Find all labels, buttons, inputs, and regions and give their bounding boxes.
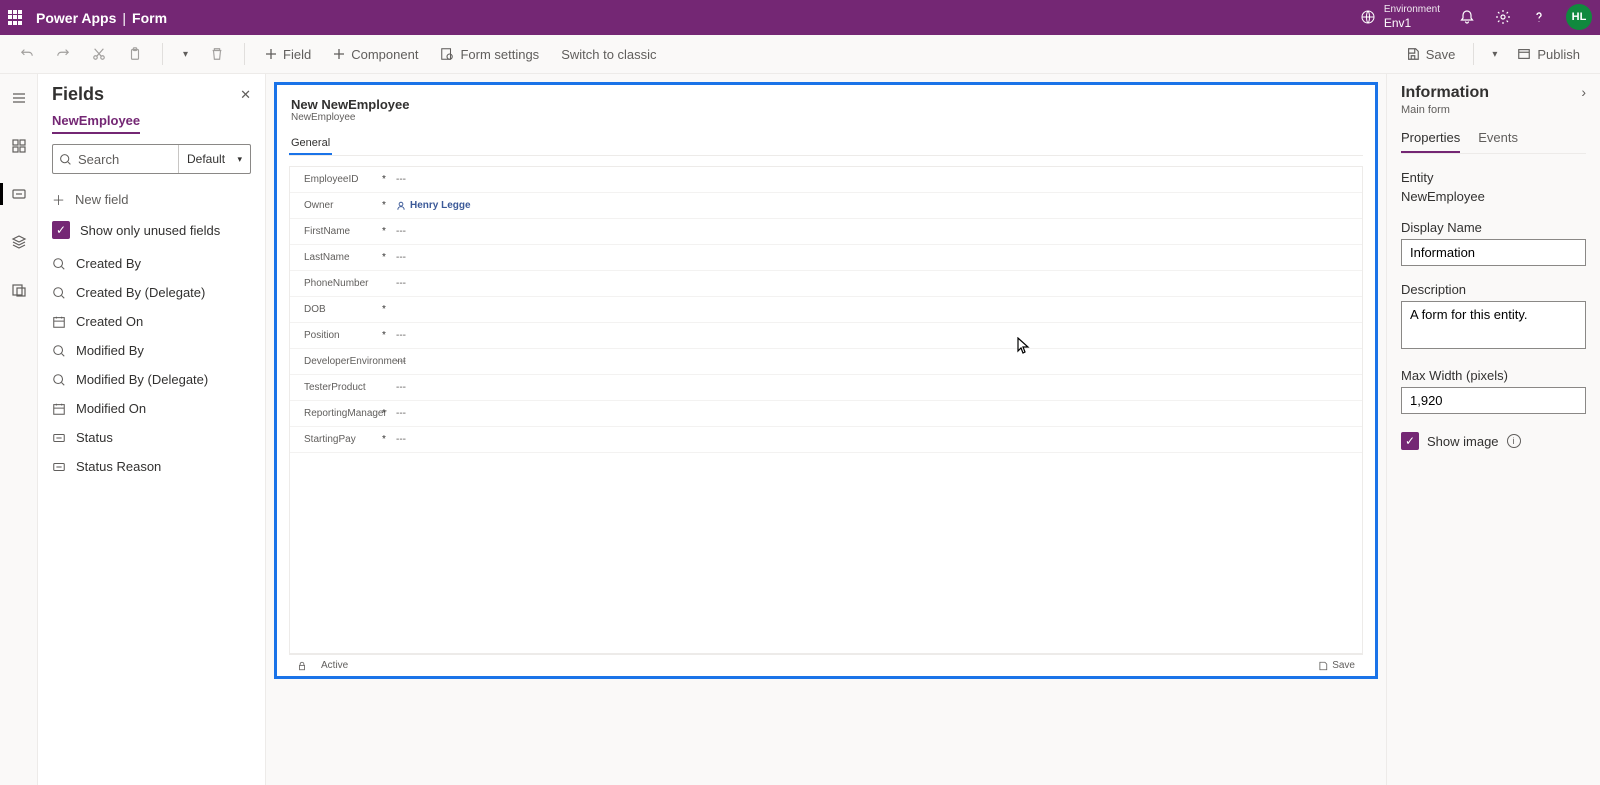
person-icon bbox=[396, 201, 406, 211]
new-field-button[interactable]: ＋ New field bbox=[38, 184, 265, 215]
form-subtitle: NewEmployee bbox=[291, 112, 1361, 123]
plus-icon: ＋ bbox=[52, 190, 65, 209]
save-icon bbox=[1318, 661, 1328, 671]
redo-button[interactable] bbox=[50, 43, 76, 65]
form-settings-button[interactable]: Form settings bbox=[434, 43, 545, 66]
field-list-item[interactable]: Modified On bbox=[38, 394, 265, 423]
properties-panel: Information Main form › Properties Event… bbox=[1386, 74, 1600, 785]
app-launcher[interactable] bbox=[8, 10, 24, 26]
form-field-row[interactable]: EmployeeID*--- bbox=[290, 167, 1362, 193]
avatar[interactable]: HL bbox=[1566, 4, 1592, 30]
checkmark-icon: ✓ bbox=[1401, 432, 1419, 450]
app-title: Power Apps|Form bbox=[36, 10, 167, 26]
field-list-item[interactable]: Modified By bbox=[38, 336, 265, 365]
lookup-icon bbox=[52, 257, 66, 271]
description-input[interactable] bbox=[1401, 301, 1586, 349]
max-width-input[interactable] bbox=[1401, 387, 1586, 414]
form-field-row[interactable]: DeveloperEnvironment--- bbox=[290, 349, 1362, 375]
paste-button[interactable] bbox=[122, 43, 148, 65]
form-field-row[interactable]: Position*--- bbox=[290, 323, 1362, 349]
cut-button[interactable] bbox=[86, 43, 112, 65]
fields-entity-tab[interactable]: NewEmployee bbox=[52, 113, 140, 134]
globe-icon bbox=[1360, 9, 1376, 25]
command-bar: ▾ Field Component Form settings Switch t… bbox=[0, 35, 1600, 74]
field-list-item[interactable]: Status Reason bbox=[38, 452, 265, 481]
form-canvas: New NewEmployee NewEmployee General Empl… bbox=[266, 74, 1386, 785]
props-collapse[interactable]: › bbox=[1581, 84, 1586, 100]
fields-panel-close[interactable]: ✕ bbox=[240, 87, 251, 103]
add-component-button[interactable]: Component bbox=[327, 43, 424, 66]
option-icon bbox=[52, 431, 66, 445]
form-field-row[interactable]: DOB* bbox=[290, 297, 1362, 323]
form-footer: Active Save bbox=[289, 654, 1363, 676]
footer-lock-icon bbox=[297, 661, 307, 671]
help-icon[interactable] bbox=[1530, 8, 1548, 26]
option-icon bbox=[52, 460, 66, 474]
notifications-icon[interactable] bbox=[1458, 8, 1476, 26]
tab-properties[interactable]: Properties bbox=[1401, 130, 1460, 153]
suite-header: Power Apps|Form Environment Env1 HL bbox=[0, 0, 1600, 35]
field-list-item[interactable]: Modified By (Delegate) bbox=[38, 365, 265, 394]
datetime-icon bbox=[52, 402, 66, 416]
paste-more-button[interactable]: ▾ bbox=[177, 45, 194, 64]
form-field-row[interactable]: LastName*--- bbox=[290, 245, 1362, 271]
rail-fields[interactable] bbox=[3, 180, 35, 208]
form-field-row[interactable]: TesterProduct--- bbox=[290, 375, 1362, 401]
display-name-label: Display Name bbox=[1401, 220, 1586, 235]
info-icon: i bbox=[1507, 434, 1521, 448]
field-list-item[interactable]: Created By bbox=[38, 249, 265, 278]
publish-button[interactable]: Publish bbox=[1511, 43, 1586, 66]
fields-filter-dropdown[interactable]: Default ▾ bbox=[178, 145, 250, 173]
switch-classic-button[interactable]: Switch to classic bbox=[555, 43, 662, 66]
form-tab-general[interactable]: General bbox=[289, 133, 332, 155]
form-field-row[interactable]: PhoneNumber--- bbox=[290, 271, 1362, 297]
settings-icon[interactable] bbox=[1494, 8, 1512, 26]
tab-events[interactable]: Events bbox=[1478, 130, 1518, 153]
field-list-item[interactable]: Created By (Delegate) bbox=[38, 278, 265, 307]
rail-hamburger[interactable] bbox=[3, 84, 35, 112]
show-unused-checkbox[interactable]: ✓ Show only unused fields bbox=[38, 215, 265, 245]
form-field-row[interactable]: Owner*Henry Legge bbox=[290, 193, 1362, 219]
save-more-button[interactable]: ▾ bbox=[1486, 45, 1503, 64]
field-list-item[interactable]: Created On bbox=[38, 307, 265, 336]
form-field-row[interactable]: StartingPay*--- bbox=[290, 427, 1362, 453]
description-label: Description bbox=[1401, 282, 1586, 297]
fields-search-input[interactable]: Search bbox=[53, 145, 178, 173]
footer-status: Active bbox=[321, 660, 348, 671]
left-rail bbox=[0, 74, 38, 785]
save-button[interactable]: Save bbox=[1400, 43, 1462, 66]
rail-data[interactable] bbox=[3, 276, 35, 304]
show-image-checkbox[interactable]: ✓ Show image i bbox=[1401, 432, 1586, 450]
lookup-icon bbox=[52, 373, 66, 387]
chevron-down-icon: ▾ bbox=[237, 154, 242, 165]
entity-value: NewEmployee bbox=[1401, 189, 1586, 204]
datetime-icon bbox=[52, 315, 66, 329]
form-frame[interactable]: New NewEmployee NewEmployee General Empl… bbox=[274, 82, 1378, 679]
environment-picker[interactable]: Environment Env1 bbox=[1360, 4, 1440, 30]
delete-button[interactable] bbox=[204, 43, 230, 65]
rail-components[interactable] bbox=[3, 228, 35, 256]
lookup-icon bbox=[52, 344, 66, 358]
form-field-row[interactable]: ReportingManager*--- bbox=[290, 401, 1362, 427]
search-icon bbox=[59, 153, 72, 166]
entity-label: Entity bbox=[1401, 170, 1586, 185]
footer-save[interactable]: Save bbox=[1332, 660, 1355, 671]
form-field-row[interactable]: FirstName*--- bbox=[290, 219, 1362, 245]
props-subtitle: Main form bbox=[1401, 104, 1489, 116]
form-title: New NewEmployee bbox=[291, 97, 1361, 112]
display-name-input[interactable] bbox=[1401, 239, 1586, 266]
fields-panel: Fields ✕ NewEmployee Search Default ▾ ＋ … bbox=[38, 74, 266, 785]
fields-panel-title: Fields bbox=[52, 84, 104, 105]
field-list-item[interactable]: Status bbox=[38, 423, 265, 452]
props-title: Information bbox=[1401, 84, 1489, 102]
checkmark-icon: ✓ bbox=[52, 221, 70, 239]
rail-tree-view[interactable] bbox=[3, 132, 35, 160]
undo-button[interactable] bbox=[14, 43, 40, 65]
add-field-button[interactable]: Field bbox=[259, 43, 317, 66]
max-width-label: Max Width (pixels) bbox=[1401, 368, 1586, 383]
lookup-icon bbox=[52, 286, 66, 300]
